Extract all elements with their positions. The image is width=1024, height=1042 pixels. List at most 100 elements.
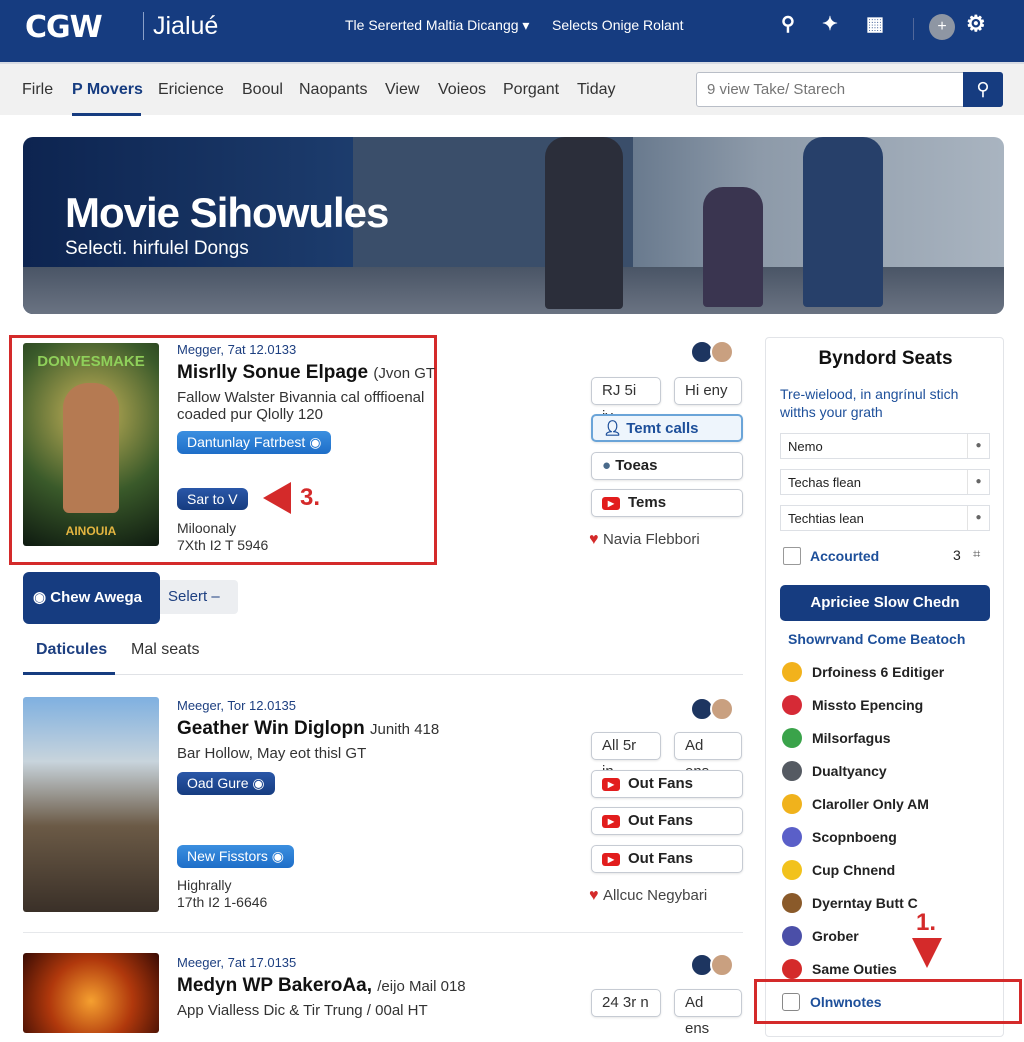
out-fans-button[interactable]: ▶ Out Fans [591, 770, 743, 798]
header-link[interactable]: Selects Onige Rolant [552, 17, 684, 33]
team-calls-button[interactable]: 👤︎ Temt calls [591, 414, 743, 442]
card-footer: Miloonaly 7Xth I2 T 5946 [177, 520, 268, 554]
movie-poster[interactable] [23, 953, 159, 1033]
comment-icon: ⌗ [973, 546, 981, 561]
nav-item[interactable]: Porgant [503, 81, 559, 99]
globe-icon: ● [602, 457, 612, 474]
tems-button[interactable]: ▶ Tems [591, 489, 743, 517]
card-meta: Meeger, 7at 17.0135 [177, 955, 297, 970]
nav-active-underline [72, 113, 141, 116]
favorite-link[interactable]: ♥ Allcuc Negybari [589, 887, 707, 905]
chevron-icon: ◉ [271, 848, 285, 864]
nav-item-active[interactable]: P Movers [72, 81, 143, 99]
name-field[interactable]: Nemo ● [780, 433, 990, 459]
sidebar-list-item[interactable]: Drfoiness 6 Editiger [782, 660, 944, 684]
card-action-button[interactable]: Sar to V [177, 488, 248, 510]
nav-item[interactable]: Tiday [577, 81, 616, 99]
sidebar-primary-button[interactable]: Apriciee Slow Chedn [780, 585, 990, 621]
sidebar-list-item[interactable]: Missto Epencing [782, 693, 923, 717]
app-icon [782, 695, 802, 715]
sidebar-item-label: Claroller Only AM [812, 796, 929, 812]
sidebar-link[interactable]: Showrvand Come Beatoch [788, 631, 965, 647]
top-header: CGW Jialué Tle Sererted Maltia Dicangg ▾… [0, 0, 1024, 62]
nav-item[interactable]: Voieos [438, 81, 486, 99]
out-fans-button[interactable]: ▶ Out Fans [591, 807, 743, 835]
movie-poster[interactable] [23, 697, 159, 912]
logo-divider [143, 12, 144, 40]
card-tag-pill[interactable]: Oad Gure ◉ [177, 772, 275, 795]
nav-item[interactable]: View [385, 81, 419, 99]
plus-avatar-icon[interactable]: + [929, 14, 955, 40]
checkbox-label: Accourted [810, 548, 880, 564]
card-title-note: (Jvon GT [373, 365, 436, 382]
card-footer-line: 17th I2 1-6646 [177, 894, 268, 910]
button-label: New Fisstors [187, 848, 268, 864]
header-dropdown[interactable]: Tle Sererted Maltia Dicangg ▾ [345, 17, 529, 34]
user-icon: 👤︎ [603, 420, 623, 437]
select-button[interactable]: Selert – [160, 580, 238, 614]
favorite-link[interactable]: ♥ Navia Flebbori [589, 531, 700, 549]
search-icon[interactable]: ⚲ [781, 13, 795, 36]
radio-icon: ◉ [33, 589, 47, 606]
banner-subtitle: Selecti. hirfulel Dongs [65, 238, 249, 259]
text-field[interactable]: Techtias lean ● [780, 505, 990, 531]
sidebar-list-item[interactable]: Claroller Only AM [782, 792, 929, 816]
avatar-group[interactable] [690, 340, 734, 366]
nav-item[interactable]: Firle [22, 81, 53, 99]
card-title[interactable]: Medyn WP BakeroAa, /eijo Mail 018 [177, 975, 466, 997]
tab-mal-seats[interactable]: Mal seats [131, 641, 199, 659]
card-footer-line: 7Xth I2 T 5946 [177, 537, 269, 553]
button-label: Selert [168, 588, 208, 605]
card-title[interactable]: Misrlly Sonue Elpage (Jvon GT [177, 362, 435, 384]
card-action-button[interactable]: New Fisstors ◉ [177, 845, 295, 868]
site-logo[interactable]: CGW [25, 10, 103, 45]
sidebar-list-item[interactable]: Scopnboeng [782, 825, 897, 849]
search-button[interactable]: ⚲ [963, 72, 1003, 107]
accourted-checkbox[interactable] [783, 547, 801, 565]
annotation-3: 3. [300, 484, 321, 511]
search-input[interactable] [696, 72, 964, 107]
sidebar-list-item[interactable]: Milsorfagus [782, 726, 891, 750]
youtube-icon: ▶ [602, 852, 620, 866]
sidebar-list-item[interactable]: Same Outies [782, 957, 897, 981]
toeas-button[interactable]: ● Toeas [591, 452, 743, 480]
sidebar-list-item[interactable]: Cup Chnend [782, 858, 895, 882]
avatar-group[interactable] [690, 953, 734, 979]
card-description: App Vialless Dic & Tir Trung / 00al HT [177, 1002, 428, 1019]
avatar-group[interactable] [690, 697, 734, 723]
favorite-label: Navia Flebbori [602, 531, 700, 548]
out-fans-button[interactable]: ▶ Out Fans [591, 845, 743, 873]
location-pin-icon: ● [967, 506, 989, 530]
card-option-button[interactable]: 24 3r n [591, 989, 661, 1017]
twitter-icon[interactable]: ✦ [822, 13, 838, 36]
card-description: Bar Hollow, May eot thisl GT [177, 745, 367, 762]
card-option-button[interactable]: All 5r in [591, 732, 661, 780]
card-option-button[interactable]: Hi eny [674, 377, 742, 405]
grid-icon[interactable]: ▦ [866, 13, 884, 36]
text-field[interactable]: Techas flean ● [780, 469, 990, 495]
card-option-button[interactable]: Ad ens [674, 732, 742, 780]
app-icon [782, 860, 802, 880]
card-footer-line: Highrally [177, 877, 232, 893]
primary-action-button[interactable]: ◉ Chew Awega [23, 572, 160, 624]
tab-daticules[interactable]: Daticules [36, 641, 107, 659]
sidebar-list-item[interactable]: Dyerntay Butt C [782, 891, 918, 915]
movie-poster[interactable]: DONVESMAKE AINOUIA [23, 343, 159, 546]
nav-item[interactable]: Ericience [158, 81, 224, 99]
button-label: Toeas [615, 457, 658, 474]
sidebar-description: Tre-wielood, in angrínul stich witths yo… [780, 386, 959, 420]
tab-active-indicator [23, 672, 115, 675]
card-title[interactable]: Geather Win Diglopn Junith 418 [177, 718, 439, 740]
gear-icon[interactable]: ⚙ [966, 11, 986, 37]
nav-item[interactable]: Booul [242, 81, 283, 99]
nav-item[interactable]: Naopants [299, 81, 368, 99]
sidebar-list-item[interactable]: Dualtyancy [782, 759, 887, 783]
card-title-note: Junith 418 [370, 721, 440, 738]
button-label: Sar to V [187, 491, 238, 507]
card-tag-pill[interactable]: Dantunlay Fatrbest ◉ [177, 431, 332, 454]
sidebar-list-item[interactable]: Grober [782, 924, 859, 948]
card-option-button[interactable]: RJ 5i iv [591, 377, 661, 425]
youtube-icon: ▶ [602, 814, 620, 828]
brand-name[interactable]: Jialué [153, 12, 218, 41]
card-option-button[interactable]: Ad ens [674, 989, 742, 1037]
